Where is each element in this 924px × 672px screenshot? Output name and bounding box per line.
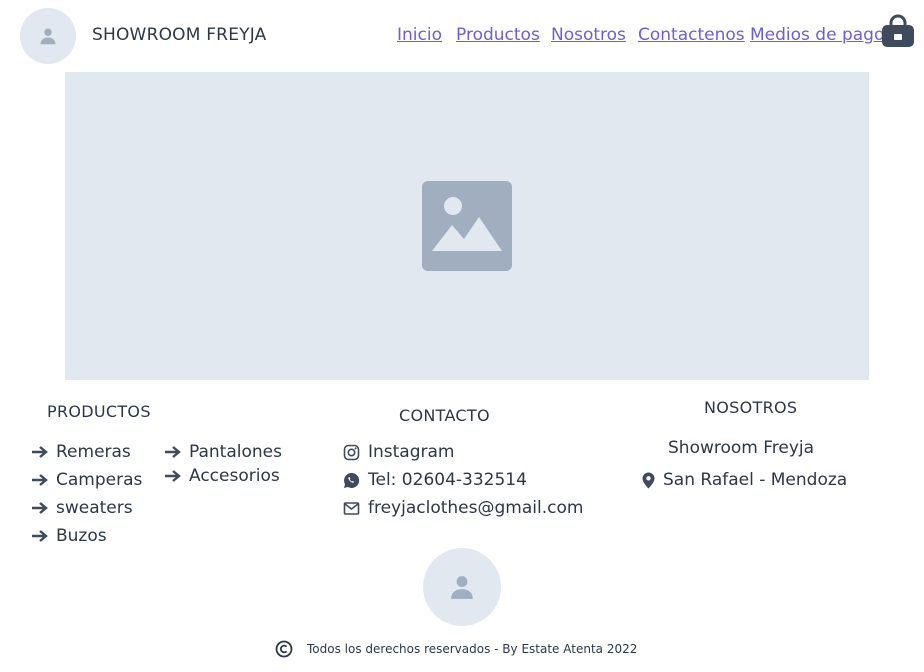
nosotros-heading: NOSOTROS bbox=[704, 398, 798, 417]
nav-productos[interactable]: Productos bbox=[456, 25, 540, 45]
product-link-accesorios[interactable]: Accesorios bbox=[164, 466, 280, 486]
nosotros-location: San Rafael - Mendoza bbox=[642, 470, 847, 490]
arrow-right-icon bbox=[32, 446, 48, 458]
user-icon bbox=[40, 28, 56, 45]
copyright-text: Todos los derechos reservados - By Estat… bbox=[307, 642, 638, 656]
contact-instagram[interactable]: Instagram bbox=[343, 442, 455, 462]
product-link-label: Accesorios bbox=[189, 466, 280, 486]
arrow-right-icon bbox=[32, 474, 48, 486]
product-link-buzos[interactable]: Buzos bbox=[31, 526, 107, 546]
whatsapp-icon bbox=[344, 472, 360, 488]
user-icon bbox=[451, 576, 473, 599]
instagram-icon bbox=[343, 444, 360, 460]
logo-avatar bbox=[20, 8, 76, 64]
phone-label: Tel: 02604-332514 bbox=[368, 470, 527, 490]
brand-name: SHOWROOM FREYJA bbox=[92, 25, 267, 45]
nosotros-name: Showroom Freyja bbox=[668, 438, 815, 458]
instagram-label: Instagram bbox=[368, 442, 455, 462]
image-icon bbox=[422, 181, 512, 271]
product-link-camperas[interactable]: Camperas bbox=[31, 470, 142, 490]
copyright: Todos los derechos reservados - By Estat… bbox=[275, 640, 637, 658]
product-link-label: Remeras bbox=[56, 442, 131, 462]
mail-icon bbox=[343, 501, 360, 515]
product-link-remeras[interactable]: Remeras bbox=[31, 442, 131, 462]
arrow-right-icon bbox=[165, 446, 181, 458]
product-link-label: sweaters bbox=[56, 498, 133, 518]
footer-logo-avatar bbox=[423, 548, 501, 626]
product-link-pantalones[interactable]: Pantalones bbox=[164, 442, 282, 462]
nav-medios-de-pago[interactable]: Medios de pago bbox=[750, 25, 884, 45]
contact-phone[interactable]: Tel: 02604-332514 bbox=[343, 470, 527, 490]
product-link-sweaters[interactable]: sweaters bbox=[31, 498, 133, 518]
cart-button[interactable] bbox=[881, 14, 915, 48]
map-pin-icon bbox=[642, 472, 655, 488]
arrow-right-icon bbox=[32, 530, 48, 542]
location-label: San Rafael - Mendoza bbox=[663, 470, 848, 490]
productos-heading: PRODUCTOS bbox=[47, 402, 151, 421]
nav-inicio[interactable]: Inicio bbox=[397, 25, 442, 45]
product-link-label: Buzos bbox=[56, 526, 107, 546]
product-link-label: Camperas bbox=[56, 470, 143, 490]
shopping-bag-icon bbox=[882, 14, 914, 47]
nav-nosotros[interactable]: Nosotros bbox=[551, 25, 626, 45]
product-link-label: Pantalones bbox=[189, 442, 282, 462]
arrow-right-icon bbox=[165, 470, 181, 482]
arrow-right-icon bbox=[32, 502, 48, 514]
contacto-heading: CONTACTO bbox=[399, 406, 490, 425]
copyright-icon bbox=[275, 640, 293, 658]
nav-contactenos[interactable]: Contactenos bbox=[638, 25, 745, 45]
hero-image-placeholder bbox=[65, 72, 869, 380]
contact-email[interactable]: freyjaclothes@gmail.com bbox=[343, 498, 583, 518]
email-label: freyjaclothes@gmail.com bbox=[368, 498, 584, 518]
